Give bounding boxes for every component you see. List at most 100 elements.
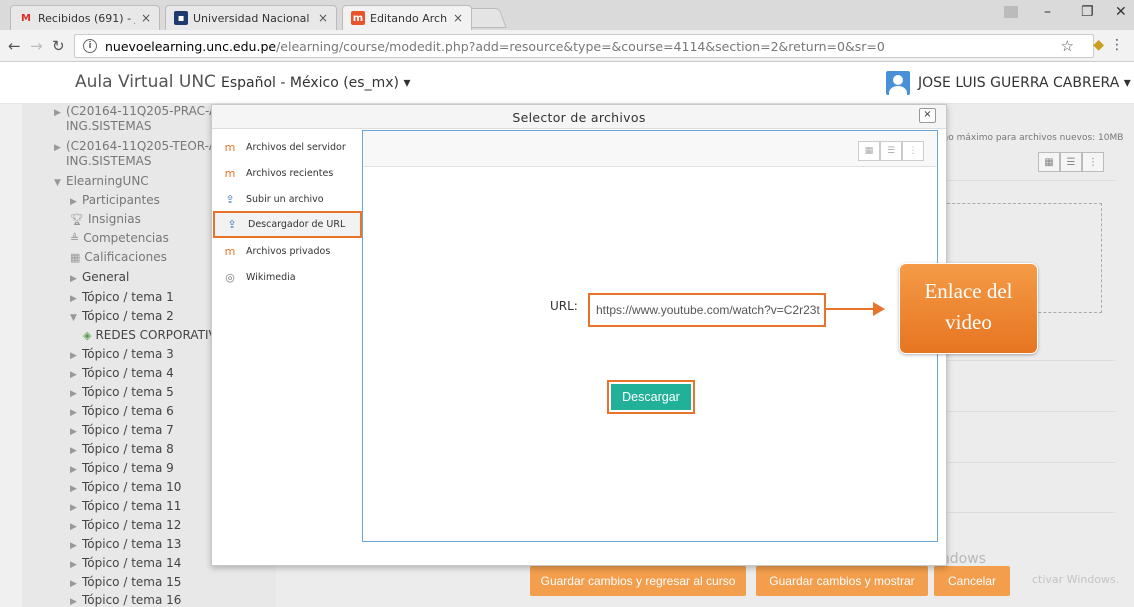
- nav-label: Tópico / tema 14: [82, 556, 182, 570]
- nav-tema-7[interactable]: ▶ Tópico / tema 7: [70, 423, 174, 437]
- divider: [937, 180, 1115, 181]
- callout-line-2: video: [945, 310, 992, 334]
- nav-label: Tópico / tema 10: [82, 480, 182, 494]
- repo-wikimedia[interactable]: ◎ Wikimedia: [213, 264, 362, 290]
- nav-label: Tópico / tema 8: [82, 442, 174, 456]
- nav-label: Tópico / tema 2: [82, 309, 174, 323]
- url-label: URL:: [550, 299, 578, 313]
- close-button[interactable]: ×: [919, 108, 936, 123]
- nav-tema-13[interactable]: ▶ Tópico / tema 13: [70, 537, 181, 551]
- nav-tema-1[interactable]: ▶ Tópico / tema 1: [70, 290, 174, 304]
- minimize-icon[interactable]: –: [1044, 4, 1051, 20]
- caret-down-icon: ▾: [1123, 75, 1131, 91]
- repo-label: Wikimedia: [246, 271, 296, 283]
- nav-tema-12[interactable]: ▶ Tópico / tema 12: [70, 518, 181, 532]
- address-bar-row: ← → ↻ i nuevoelearning.unc.edu.pe/elearn…: [0, 30, 1134, 62]
- nav-tema-5[interactable]: ▶ Tópico / tema 5: [70, 385, 174, 399]
- url-download-icon: ⇪: [227, 218, 237, 231]
- tree-view-icon[interactable]: ⋮: [1082, 152, 1104, 172]
- nav-tema-2[interactable]: ▼ Tópico / tema 2: [70, 309, 174, 323]
- nav-tema-4[interactable]: ▶ Tópico / tema 4: [70, 366, 174, 380]
- repo-private-files[interactable]: m Archivos privados: [213, 238, 362, 264]
- nav-tema-15[interactable]: ▶ Tópico / tema 15: [70, 575, 181, 589]
- nav-tema-6[interactable]: ▶ Tópico / tema 6: [70, 404, 174, 418]
- tab-title: Universidad Nacional de: [193, 11, 312, 25]
- maximize-icon[interactable]: ❐: [1081, 4, 1094, 20]
- language-selector[interactable]: Español - México (es_mx) ▾: [221, 75, 410, 91]
- tab-editando-archivo[interactable]: m Editando Archivo ×: [342, 5, 472, 30]
- download-button[interactable]: Descargar: [607, 380, 695, 414]
- moodle-icon: m: [224, 166, 236, 180]
- save-and-display-button[interactable]: Guardar cambios y mostrar: [756, 566, 928, 596]
- tab-title: Recibidos (691) - jguerra: [38, 11, 135, 25]
- list-view-icon[interactable]: ☰: [1060, 152, 1082, 172]
- resource-icon: ◈: [83, 329, 92, 342]
- download-button-label: Descargar: [611, 384, 691, 410]
- nav-tema-3[interactable]: ▶ Tópico / tema 3: [70, 347, 174, 361]
- tab-gmail[interactable]: M Recibidos (691) - jguerra ×: [10, 5, 160, 30]
- nav-general[interactable]: ▶ General: [70, 270, 129, 284]
- nav-label: Tópico / tema 5: [82, 385, 174, 399]
- back-icon[interactable]: ←: [8, 37, 21, 55]
- repository-list: m Archivos del servidor m Archivos recie…: [212, 130, 362, 566]
- callout-line-1: Enlace del: [924, 279, 1013, 303]
- close-icon[interactable]: ×: [141, 11, 151, 25]
- nav-label: Tópico / tema 1: [82, 290, 174, 304]
- nav-label: Insignias: [87, 212, 141, 226]
- nav-tema-11[interactable]: ▶ Tópico / tema 11: [70, 499, 181, 513]
- nav-course-teor[interactable]: ▶ (C20164-11Q205-TEOR-A): [54, 139, 222, 153]
- divider: [937, 462, 1115, 463]
- nav-tema-8[interactable]: ▶ Tópico / tema 8: [70, 442, 174, 456]
- save-and-return-button[interactable]: Guardar cambios y regresar al curso: [530, 566, 746, 596]
- nav-tema-9[interactable]: ▶ Tópico / tema 9: [70, 461, 174, 475]
- pane-toolbar: ▦ ☰ ⋮: [363, 131, 937, 167]
- window-close-icon[interactable]: ✕: [1115, 4, 1127, 20]
- nav-tema-16[interactable]: ▶ Tópico / tema 16: [70, 593, 181, 607]
- nav-label: Tópico / tema 16: [82, 593, 182, 607]
- annotation-arrow: [826, 308, 876, 310]
- user-menu[interactable]: JOSE LUIS GUERRA CABRERA ▾: [918, 75, 1131, 91]
- repo-server-files[interactable]: m Archivos del servidor: [213, 134, 362, 160]
- windows-activation-watermark-sub: ctivar Windows.: [1032, 573, 1120, 586]
- repo-upload-file[interactable]: ⇪ Subir un archivo: [213, 186, 362, 212]
- avatar[interactable]: [886, 71, 910, 95]
- reload-icon[interactable]: ↻: [52, 37, 65, 55]
- info-icon[interactable]: i: [83, 39, 97, 53]
- browser-menu-icon[interactable]: ⋮: [1110, 37, 1124, 53]
- nav-elearningunc[interactable]: ▼ ElearningUNC: [54, 174, 149, 188]
- nav-label: Participantes: [82, 193, 160, 207]
- nav-tema-10[interactable]: ▶ Tópico / tema 10: [70, 480, 181, 494]
- bookmark-star-icon[interactable]: ☆: [1061, 37, 1074, 55]
- repo-recent-files[interactable]: m Archivos recientes: [213, 160, 362, 186]
- url-input[interactable]: i nuevoelearning.unc.edu.pe/elearning/co…: [74, 34, 1094, 58]
- profile-icon[interactable]: [1004, 6, 1018, 18]
- repo-label: Archivos recientes: [246, 167, 334, 179]
- user-name: JOSE LUIS GUERRA CABRERA: [918, 75, 1120, 91]
- icon-view-icon[interactable]: ▦: [858, 141, 880, 161]
- nav-redes-corporativas[interactable]: ◈ REDES CORPORATIVA: [83, 328, 224, 342]
- tab-university[interactable]: ▪ Universidad Nacional de ×: [165, 5, 337, 30]
- nav-participantes[interactable]: ▶ Participantes: [70, 193, 160, 207]
- nav-course-prac-sub: ING.SISTEMAS: [66, 119, 152, 133]
- browser-tab-bar: M Recibidos (691) - jguerra × ▪ Universi…: [0, 0, 1134, 30]
- close-icon[interactable]: ×: [318, 11, 328, 25]
- repo-url-downloader[interactable]: ⇪ Descargador de URL: [213, 211, 362, 238]
- tree-view-icon[interactable]: ⋮: [902, 141, 924, 161]
- nav-course-prac[interactable]: ▶ (C20164-11Q205-PRAC-A1): [54, 104, 230, 118]
- annotation-callout: Enlace del video: [899, 263, 1038, 354]
- upload-icon: ⇪: [225, 192, 235, 206]
- nav-insignias[interactable]: 🏆︎ Insignias: [70, 212, 141, 226]
- forward-icon[interactable]: →: [30, 37, 43, 55]
- dialog-title: Selector de archivos: [512, 110, 646, 125]
- icon-view-icon[interactable]: ▦: [1038, 152, 1060, 172]
- nav-tema-14[interactable]: ▶ Tópico / tema 14: [70, 556, 181, 570]
- close-icon[interactable]: ×: [453, 11, 463, 25]
- nav-calificaciones[interactable]: ▦ Calificaciones: [70, 250, 167, 264]
- extension-icon[interactable]: ◆: [1093, 37, 1104, 53]
- nav-competencias[interactable]: ≜ Competencias: [70, 231, 169, 245]
- cancel-button[interactable]: Cancelar: [934, 566, 1010, 596]
- url-field[interactable]: https://www.youtube.com/watch?v=C2r23t: [588, 293, 826, 327]
- list-view-icon[interactable]: ☰: [880, 141, 902, 161]
- divider: [937, 360, 1115, 361]
- site-brand[interactable]: Aula Virtual UNC: [75, 72, 216, 92]
